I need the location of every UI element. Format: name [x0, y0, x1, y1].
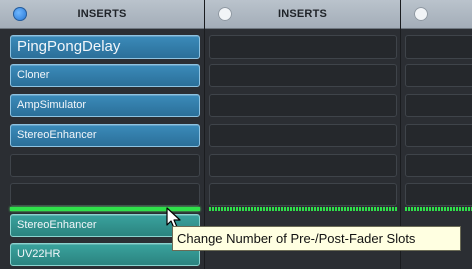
insert-slot-4[interactable]	[405, 124, 472, 147]
slot-plugin-name: Cloner	[17, 69, 50, 81]
insert-slot-2[interactable]	[209, 64, 397, 87]
insert-slot-5[interactable]	[405, 154, 472, 177]
insert-slot-1[interactable]	[405, 35, 472, 59]
insert-slot-4[interactable]	[209, 124, 397, 147]
insert-slot-6[interactable]	[10, 183, 200, 206]
slot-plugin-name: PingPongDelay	[17, 38, 121, 55]
inserts-header-3	[401, 0, 472, 29]
slot-plugin-name: AmpSimulator	[17, 99, 87, 111]
insert-slot-2[interactable]: Cloner	[10, 64, 200, 87]
inserts-title	[401, 0, 472, 28]
tooltip: Change Number of Pre-/Post-Fader Slots	[172, 226, 461, 251]
insert-slot-4[interactable]: StereoEnhancer	[10, 124, 200, 147]
insert-slot-5[interactable]	[209, 154, 397, 177]
pre-post-fader-divider[interactable]	[405, 207, 472, 211]
inserts-header-1: INSERTS	[0, 0, 204, 29]
pre-post-fader-divider[interactable]	[209, 207, 397, 211]
insert-slot-3[interactable]	[209, 94, 397, 117]
insert-slot-3[interactable]	[405, 94, 472, 117]
insert-slot-5[interactable]	[10, 154, 200, 177]
insert-slot-1[interactable]: PingPongDelay	[10, 35, 200, 59]
insert-slot-3[interactable]: AmpSimulator	[10, 94, 200, 117]
insert-slot-6[interactable]	[209, 183, 397, 206]
insert-slot-2[interactable]	[405, 64, 472, 87]
insert-slot-6[interactable]	[405, 183, 472, 206]
slot-plugin-name: StereoEnhancer	[17, 129, 97, 141]
inserts-header-2: INSERTS	[205, 0, 400, 29]
inserts-title: INSERTS	[277, 8, 328, 20]
slot-plugin-name: UV22HR	[17, 248, 61, 260]
inserts-title: INSERTS	[77, 8, 127, 20]
insert-slot-1[interactable]	[209, 35, 397, 59]
